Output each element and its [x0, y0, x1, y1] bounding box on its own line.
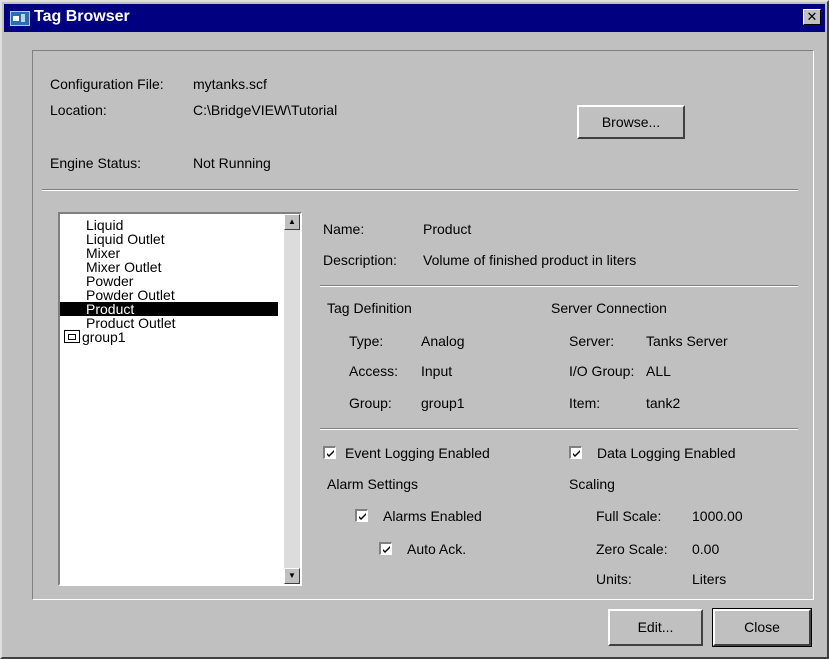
type-label: Type: — [349, 333, 384, 349]
group-label: Group: — [349, 395, 392, 411]
scroll-down-icon[interactable]: ▼ — [284, 568, 300, 584]
tag-list-item[interactable]: Product — [60, 302, 278, 316]
units-label: Units: — [596, 571, 632, 587]
close-icon[interactable]: ✕ — [803, 9, 821, 25]
full-scale-label: Full Scale: — [596, 508, 662, 524]
tag-list-item[interactable]: Powder — [60, 274, 278, 288]
tag-list-item[interactable]: Liquid Outlet — [60, 232, 278, 246]
data-logging-checkbox[interactable] — [569, 446, 582, 459]
access-value: Input — [421, 363, 453, 379]
edit-button[interactable]: Edit... — [608, 609, 703, 646]
units-value: Liters — [692, 571, 727, 587]
server-value: Tanks Server — [646, 333, 728, 349]
tag-list-item[interactable]: Mixer — [60, 246, 278, 260]
auto-ack-label: Auto Ack. — [407, 541, 467, 557]
description-label: Description: — [323, 252, 397, 268]
auto-ack-checkbox[interactable] — [379, 542, 392, 555]
alarms-enabled-checkbox[interactable] — [355, 509, 368, 522]
item-label: Item: — [569, 395, 601, 411]
check-icon — [359, 513, 366, 520]
full-scale-value: 1000.00 — [692, 508, 743, 524]
folder-label: group1 — [82, 329, 126, 345]
window-title: Tag Browser — [34, 8, 130, 25]
title-bar[interactable]: Tag Browser ✕ — [4, 4, 825, 32]
description-value: Volume of finished product in liters — [423, 252, 637, 268]
tag-browser-window: Tag Browser ✕ Configuration File: mytank… — [0, 0, 829, 659]
engine-status-label: Engine Status: — [50, 155, 142, 171]
access-label: Access: — [349, 363, 399, 379]
server-label: Server: — [569, 333, 615, 349]
io-group-label: I/O Group: — [569, 363, 635, 379]
alarm-settings-heading: Alarm Settings — [327, 476, 419, 492]
name-label: Name: — [323, 221, 365, 237]
zero-scale-label: Zero Scale: — [596, 541, 668, 557]
scaling-heading: Scaling — [569, 476, 615, 492]
divider — [320, 285, 798, 287]
check-icon — [327, 450, 334, 457]
scroll-up-icon[interactable]: ▲ — [284, 214, 300, 230]
close-button[interactable]: Close — [712, 608, 812, 647]
tag-list-item[interactable]: Mixer Outlet — [60, 260, 278, 274]
tag-list-scrollbar[interactable]: ▲ ▼ — [284, 214, 300, 584]
app-icon — [10, 11, 30, 26]
item-value: tank2 — [646, 395, 681, 411]
tag-definition-heading: Tag Definition — [327, 300, 412, 316]
type-value: Analog — [421, 333, 465, 349]
data-logging-label: Data Logging Enabled — [597, 445, 736, 461]
event-logging-label: Event Logging Enabled — [345, 445, 490, 461]
group-value: group1 — [421, 395, 465, 411]
folder-icon — [64, 330, 80, 343]
tag-list-items: Liquid Liquid Outlet Mixer Mixer Outlet Powd… — [60, 218, 278, 344]
tag-list-item[interactable]: Powder Outlet — [60, 288, 278, 302]
browse-button[interactable]: Browse... — [577, 105, 685, 139]
engine-status-value: Not Running — [193, 155, 271, 171]
tag-list-item[interactable]: Liquid — [60, 218, 278, 232]
location-value: C:\BridgeVIEW\Tutorial — [193, 102, 338, 118]
config-file-label: Configuration File: — [50, 76, 164, 92]
divider — [320, 428, 798, 430]
check-icon — [383, 546, 390, 553]
location-label: Location: — [50, 102, 107, 118]
event-logging-checkbox[interactable] — [323, 446, 336, 459]
tag-list-item[interactable]: Product Outlet — [60, 316, 278, 330]
divider — [42, 189, 798, 191]
tag-list[interactable]: Liquid Liquid Outlet Mixer Mixer Outlet Powd… — [58, 212, 302, 586]
config-file-value: mytanks.scf — [193, 76, 267, 92]
tag-list-folder-group1[interactable]: group1 — [60, 330, 278, 344]
name-value: Product — [423, 221, 472, 237]
alarms-enabled-label: Alarms Enabled — [383, 508, 482, 524]
server-connection-heading: Server Connection — [551, 300, 667, 316]
io-group-value: ALL — [646, 363, 671, 379]
zero-scale-value: 0.00 — [692, 541, 720, 557]
check-icon — [573, 450, 580, 457]
